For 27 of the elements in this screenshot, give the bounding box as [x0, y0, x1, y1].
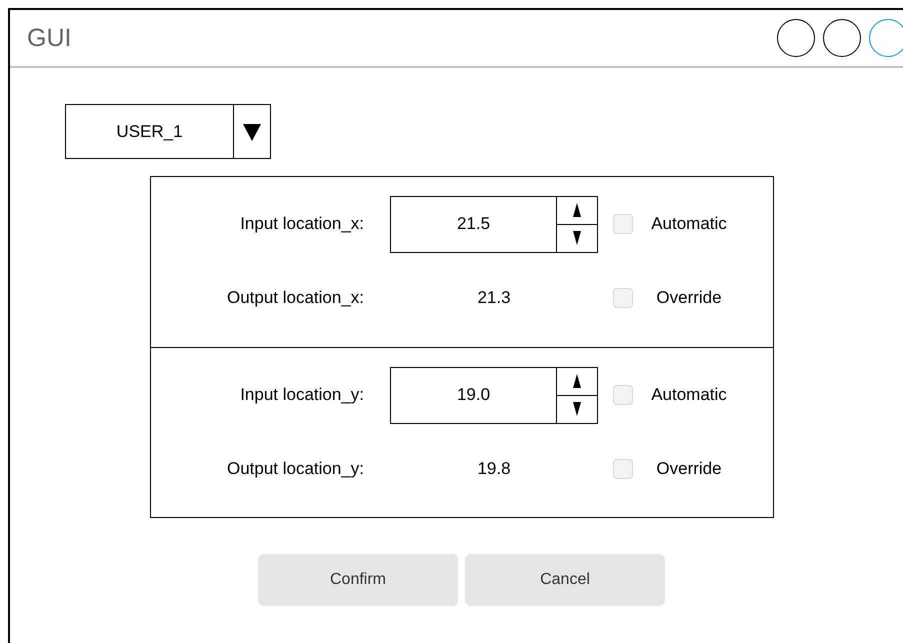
checkbox-label: Automatic: [650, 214, 728, 234]
user-dropdown[interactable]: USER_1: [65, 104, 271, 159]
checkbox-label: Automatic: [650, 385, 728, 405]
checkbox[interactable]: [613, 459, 633, 479]
down-arrow-icon: [573, 231, 581, 245]
field-label: Output location_x:: [226, 288, 365, 308]
checkbox-label: Override: [655, 288, 723, 308]
window-control-button[interactable]: [777, 19, 815, 57]
checkbox-label: Override: [655, 459, 723, 479]
up-arrow-icon: [573, 374, 581, 388]
field-label: Input location_x:: [239, 214, 365, 234]
action-button[interactable]: Confirm: [258, 554, 458, 606]
caret-icon: [242, 122, 262, 142]
field-label: Output location_y:: [226, 459, 365, 479]
number-field[interactable]: 19.0: [390, 366, 598, 424]
up-arrow-icon: [573, 203, 581, 217]
down-arrow-icon: [573, 402, 581, 416]
field-label: Input location_y:: [239, 385, 365, 405]
checkbox[interactable]: [613, 288, 633, 308]
output-value: 21.3: [476, 288, 512, 308]
checkbox[interactable]: [613, 385, 633, 405]
checkbox[interactable]: [613, 214, 633, 234]
window-title: GUI: [27, 24, 72, 52]
output-value: 19.8: [476, 459, 512, 479]
number-field[interactable]: 21.5: [390, 196, 598, 252]
window-control-button[interactable]: [823, 19, 861, 57]
action-button[interactable]: Cancel: [465, 554, 665, 606]
